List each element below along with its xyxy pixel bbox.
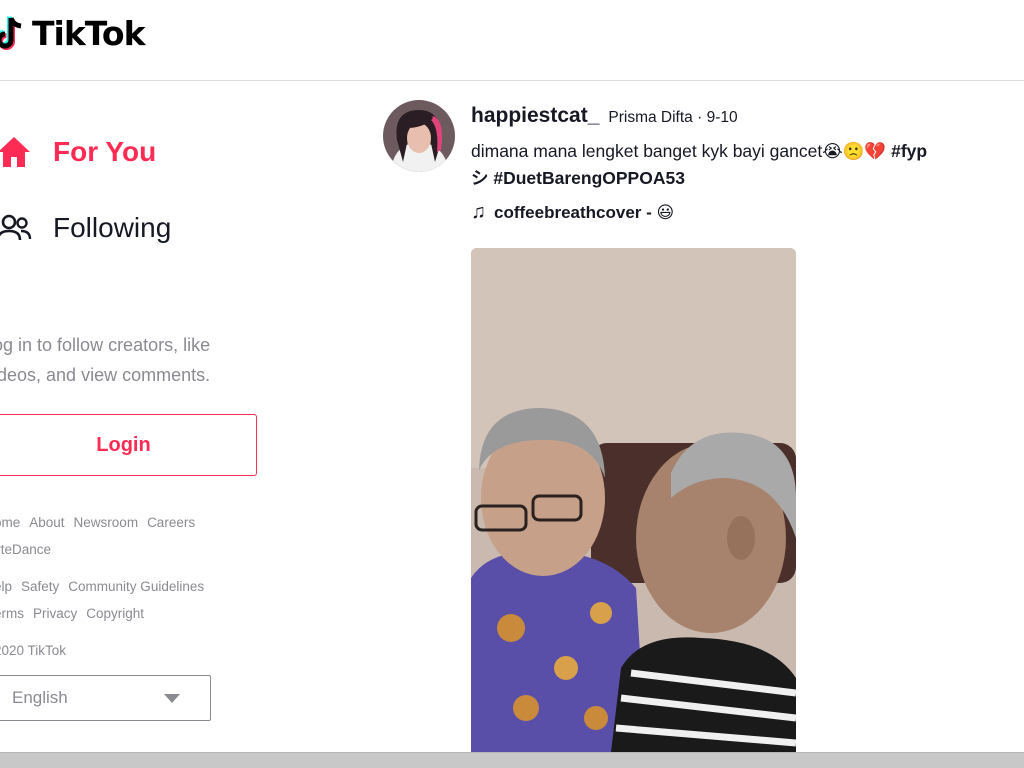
- logo-text: TikTok: [32, 14, 146, 53]
- language-select[interactable]: English: [0, 675, 211, 721]
- footer-link-safety[interactable]: Safety: [21, 579, 59, 594]
- footer-link-privacy[interactable]: Privacy: [33, 606, 77, 621]
- footer-link-terms[interactable]: erms: [0, 606, 24, 621]
- video-thumbnail: [471, 248, 796, 752]
- feed-post: happiestcat_ Prisma Difta · 9-10 dimana …: [383, 100, 1024, 752]
- post-nickname-date: Prisma Difta · 9-10: [608, 109, 738, 126]
- tiktok-note-icon: [0, 16, 22, 50]
- top-header: TikTok: [0, 0, 1024, 81]
- hashtag-duet[interactable]: シ #DuetBarengOPPOA53: [471, 168, 685, 188]
- copyright-label: 2020 TikTok: [0, 643, 67, 658]
- footer-link-newsroom[interactable]: Newsroom: [74, 515, 139, 530]
- footer-link-home[interactable]: ome: [0, 515, 20, 530]
- nav-following-label: Following: [53, 212, 172, 243]
- footer-link-copyright[interactable]: Copyright: [86, 606, 144, 621]
- music-title: coffeebreathcover - 😃: [494, 202, 675, 222]
- music-note-icon: ♫: [471, 201, 486, 223]
- post-music[interactable]: ♫ coffeebreathcover - 😃: [471, 201, 674, 224]
- footer-link-bytedance[interactable]: yteDance: [0, 542, 51, 557]
- footer-link-about[interactable]: About: [29, 515, 64, 530]
- post-header: happiestcat_ Prisma Difta · 9-10: [471, 104, 738, 128]
- footer-links-2: yteDance: [0, 542, 51, 557]
- home-icon: [0, 134, 32, 170]
- footer-links-1: ome About Newsroom Careers: [0, 515, 195, 530]
- login-button[interactable]: Login: [0, 414, 257, 476]
- footer-links-4: erms Privacy Copyright: [0, 606, 144, 621]
- nav-for-you-label: For You: [53, 136, 157, 167]
- post-caption: dimana mana lengket banget kyk bayi ganc…: [471, 138, 1021, 192]
- tiktok-logo[interactable]: TikTok: [0, 14, 146, 54]
- copyright-text: 2020 TikTok: [0, 643, 66, 658]
- footer-link-help[interactable]: elp: [0, 579, 12, 594]
- language-selected: English: [12, 688, 68, 707]
- sidebar: For You Following og in to follow creato…: [0, 82, 300, 752]
- avatar[interactable]: [383, 100, 455, 172]
- users-icon: [0, 210, 32, 246]
- chevron-down-icon: [164, 693, 180, 703]
- footer-link-careers[interactable]: Careers: [147, 515, 195, 530]
- nav-for-you[interactable]: For You: [0, 134, 156, 170]
- nav-following[interactable]: Following: [0, 210, 171, 246]
- horizontal-scrollbar[interactable]: [0, 752, 1024, 768]
- hashtag-fyp[interactable]: #fyp: [891, 141, 927, 161]
- footer-link-community-guidelines[interactable]: Community Guidelines: [68, 579, 204, 594]
- footer-links-3: elp Safety Community Guidelines: [0, 579, 204, 594]
- post-username[interactable]: happiestcat_: [471, 104, 599, 128]
- caption-text: dimana mana lengket banget kyk bayi ganc…: [471, 141, 892, 161]
- post-video[interactable]: [471, 248, 796, 752]
- login-prompt-text: og in to follow creators, like ideos, an…: [0, 335, 211, 385]
